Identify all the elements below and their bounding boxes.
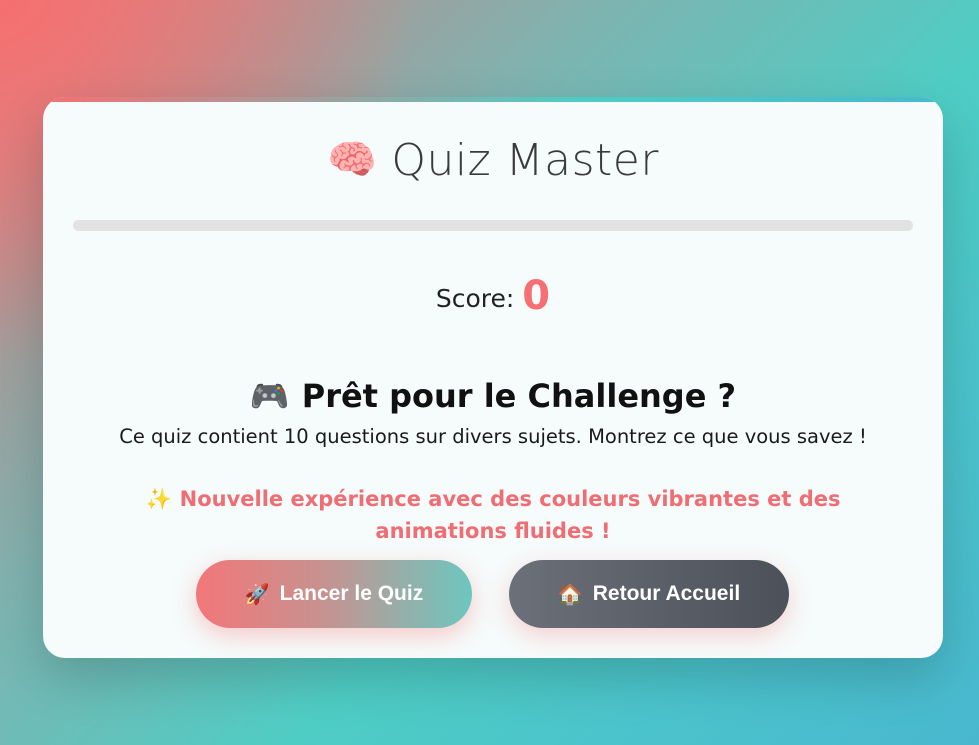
score-value: 0 <box>522 273 551 319</box>
app-title: Quiz Master <box>391 135 659 186</box>
score-display: Score: 0 <box>43 273 943 319</box>
rocket-icon: 🚀 <box>244 583 270 606</box>
challenge-title: Prêt pour le Challenge ? <box>301 377 737 415</box>
sparkles-icon: ✨ <box>145 487 172 511</box>
home-label: Retour Accueil <box>592 582 741 605</box>
quiz-card: 🧠 Quiz Master Score: 0 🎮 Prêt pour le Chal… <box>43 97 943 658</box>
challenge-heading: 🎮 Prêt pour le Challenge ? <box>43 377 943 415</box>
home-button[interactable]: 🏠 Retour Accueil <box>509 560 789 628</box>
house-icon: 🏠 <box>557 583 583 606</box>
brain-icon: 🧠 <box>327 137 378 183</box>
feature-highlight: ✨ Nouvelle expérience avec des couleurs v… <box>103 483 883 547</box>
highlight-text: Nouvelle expérience avec des couleurs vi… <box>179 487 841 543</box>
start-quiz-label: Lancer le Quiz <box>279 582 424 605</box>
score-label: Score: <box>435 284 515 313</box>
progress-bar <box>73 220 913 231</box>
start-quiz-button[interactable]: 🚀 Lancer le Quiz <box>196 560 472 628</box>
challenge-description: Ce quiz contient 10 questions sur divers… <box>119 425 867 448</box>
card-accent-bar <box>43 97 943 102</box>
game-controller-icon: 🎮 <box>249 377 290 415</box>
page-title: 🧠 Quiz Master <box>43 135 943 186</box>
